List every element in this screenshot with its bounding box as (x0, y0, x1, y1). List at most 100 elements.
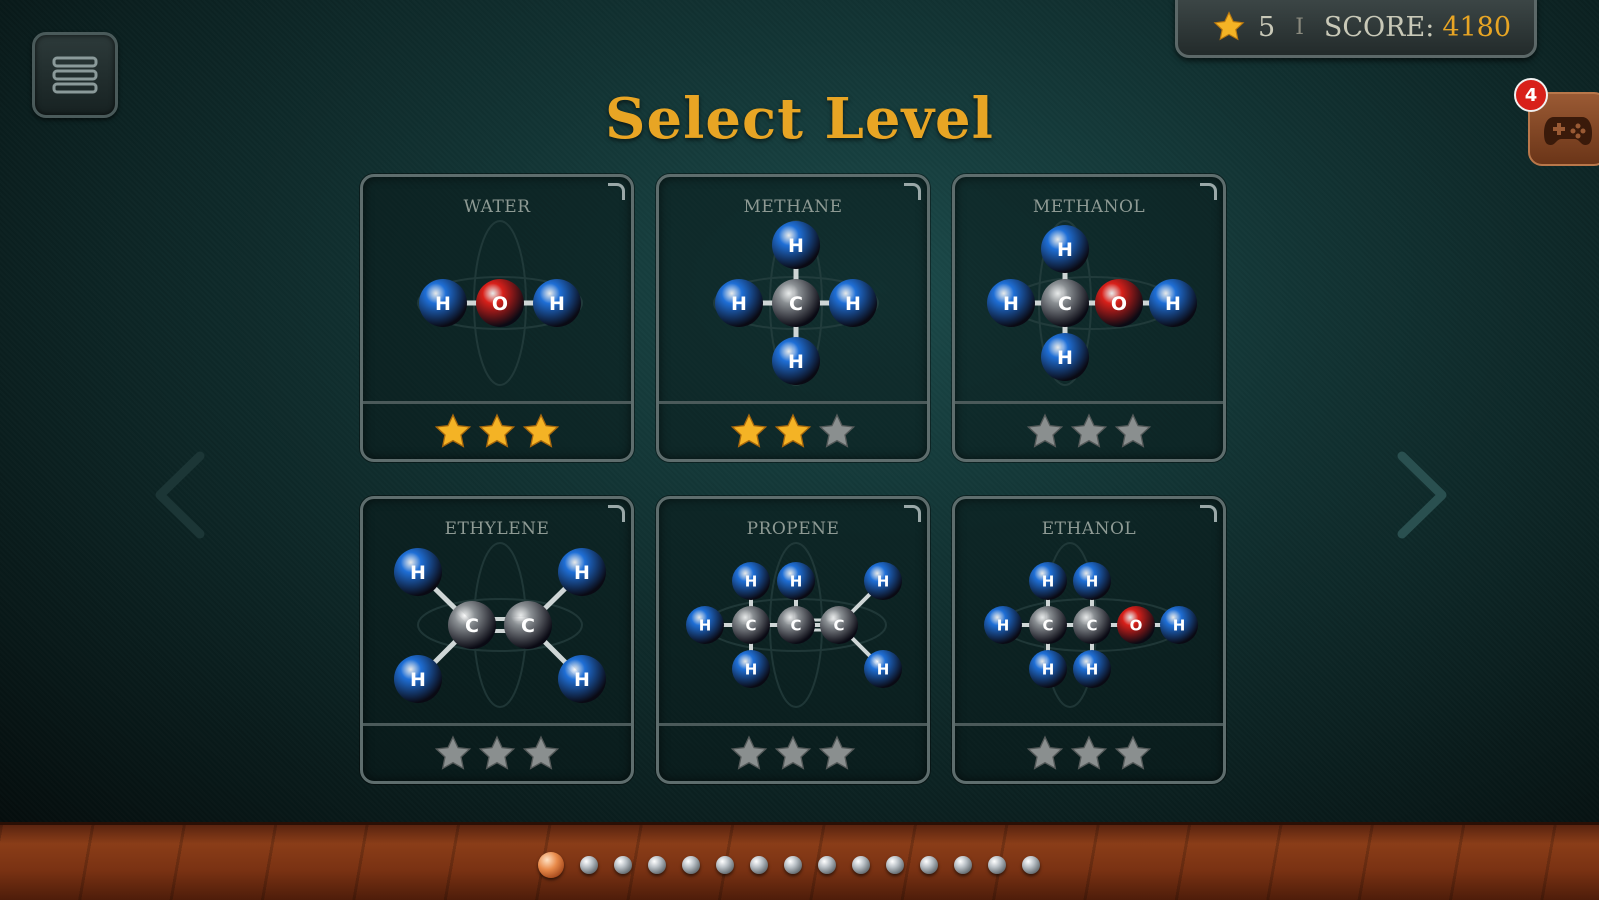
level-name: WATER (463, 197, 531, 217)
hydrogen-atom: H (1041, 225, 1089, 273)
hydrogen-atom: H (772, 337, 820, 385)
carbon-atom: C (448, 601, 496, 649)
page-dot[interactable] (716, 856, 734, 874)
hydrogen-atom: H (987, 279, 1035, 327)
star-empty-icon (522, 734, 560, 770)
page-dot[interactable] (920, 856, 938, 874)
atom-label: H (1057, 347, 1073, 369)
hydrogen-atom: H (1073, 562, 1111, 600)
hydrogen-atom: H (732, 650, 770, 688)
atom-label: H (574, 669, 590, 691)
page-dot[interactable] (886, 856, 904, 874)
level-card-methane[interactable]: METHANE H H C H H (656, 174, 930, 462)
carbon-atom: C (772, 279, 820, 327)
hydrogen-atom: H (984, 606, 1022, 644)
chevron-left-icon[interactable] (150, 450, 210, 540)
hydrogen-atom: H (1041, 333, 1089, 381)
page-dot[interactable] (784, 856, 802, 874)
star-filled-icon (730, 412, 768, 448)
page-dot[interactable] (614, 856, 632, 874)
propene-molecule-icon: H H H H C C C H H (686, 542, 902, 708)
hydrogen-atom: H (864, 562, 902, 600)
atom-label: C (1058, 293, 1072, 315)
methane-molecule-icon: H H C H H (713, 220, 879, 386)
atom-label: H (788, 351, 804, 373)
page-dot-active[interactable] (538, 852, 564, 878)
hydrogen-atom: H (558, 548, 606, 596)
star-empty-icon (1114, 734, 1152, 770)
page-dot[interactable] (750, 856, 768, 874)
atom-label: H (1057, 239, 1073, 261)
atom-label: H (1086, 572, 1099, 590)
atom-label: H (745, 572, 758, 590)
hydrogen-atom: H (829, 279, 877, 327)
page-dot[interactable] (852, 856, 870, 874)
page-dot[interactable] (954, 856, 972, 874)
hydrogen-atom: H (777, 562, 815, 600)
star-empty-icon (774, 734, 812, 770)
atom-label: H (435, 293, 451, 315)
page-dot[interactable] (1022, 856, 1040, 874)
level-card-ethylene[interactable]: ETHYLENE H H C C H H (360, 496, 634, 784)
atom-label: H (1042, 572, 1055, 590)
star-empty-icon (1070, 734, 1108, 770)
level-card-methanol[interactable]: METHANOL H H C O H H (952, 174, 1226, 462)
hydrogen-atom: H (394, 548, 442, 596)
chevron-right-icon[interactable] (1392, 450, 1452, 540)
hydrogen-atom: H (1073, 650, 1111, 688)
score-value: 4180 (1442, 11, 1512, 43)
atom-label: O (1130, 616, 1143, 634)
hydrogen-atom: H (715, 279, 763, 327)
star-empty-icon (818, 412, 856, 448)
level-card-propene[interactable]: PROPENE H H H H C C C H H (656, 496, 930, 784)
star-empty-icon (818, 734, 856, 770)
atom-label: H (410, 669, 426, 691)
atom-label: C (1086, 616, 1097, 634)
page-indicator (538, 852, 1040, 878)
atom-label: H (1086, 660, 1099, 678)
page-dot[interactable] (682, 856, 700, 874)
star-empty-icon (434, 734, 472, 770)
hydrogen-atom: H (1160, 606, 1198, 644)
hydrogen-atom: H (1029, 650, 1067, 688)
atom-label: C (745, 616, 756, 634)
star-rating (659, 401, 927, 459)
hydrogen-atom: H (558, 655, 606, 703)
ethanol-molecule-icon: H H H C C O H H H (984, 542, 1198, 708)
stars-total: 5 (1258, 11, 1276, 43)
carbon-atom: C (820, 606, 858, 644)
page-dot[interactable] (818, 856, 836, 874)
atom-label: C (833, 616, 844, 634)
star-filled-icon (434, 412, 472, 448)
level-card-water[interactable]: WATER H O H (360, 174, 634, 462)
carbon-atom: C (1041, 279, 1089, 327)
star-rating (955, 723, 1223, 781)
atom-label: H (549, 293, 565, 315)
hydrogen-atom: H (394, 655, 442, 703)
atom-label: H (1003, 293, 1019, 315)
page-title: Select Level (605, 86, 994, 152)
carbon-atom: C (1073, 606, 1111, 644)
notification-badge: 4 (1514, 78, 1548, 112)
score-separator: I (1295, 14, 1304, 40)
atom-label: C (1042, 616, 1053, 634)
page-dot[interactable] (580, 856, 598, 874)
level-card-ethanol[interactable]: ETHANOL H H H C C O H H H (952, 496, 1226, 784)
star-empty-icon (1026, 412, 1064, 448)
atom-label: H (745, 660, 758, 678)
atom-label: H (731, 293, 747, 315)
atom-label: O (492, 293, 508, 315)
star-empty-icon (478, 734, 516, 770)
level-name: METHANE (743, 197, 843, 217)
atom-label: O (1111, 293, 1127, 315)
star-filled-icon (478, 412, 516, 448)
atom-label: H (410, 562, 426, 584)
page-dot[interactable] (988, 856, 1006, 874)
score-panel: 5 I SCORE: 4180 (1175, 0, 1537, 58)
atom-label: H (574, 562, 590, 584)
hydrogen-atom: H (1149, 279, 1197, 327)
carbon-atom: C (777, 606, 815, 644)
atom-label: H (1042, 660, 1055, 678)
page-dot[interactable] (648, 856, 666, 874)
atom-label: C (789, 293, 803, 315)
